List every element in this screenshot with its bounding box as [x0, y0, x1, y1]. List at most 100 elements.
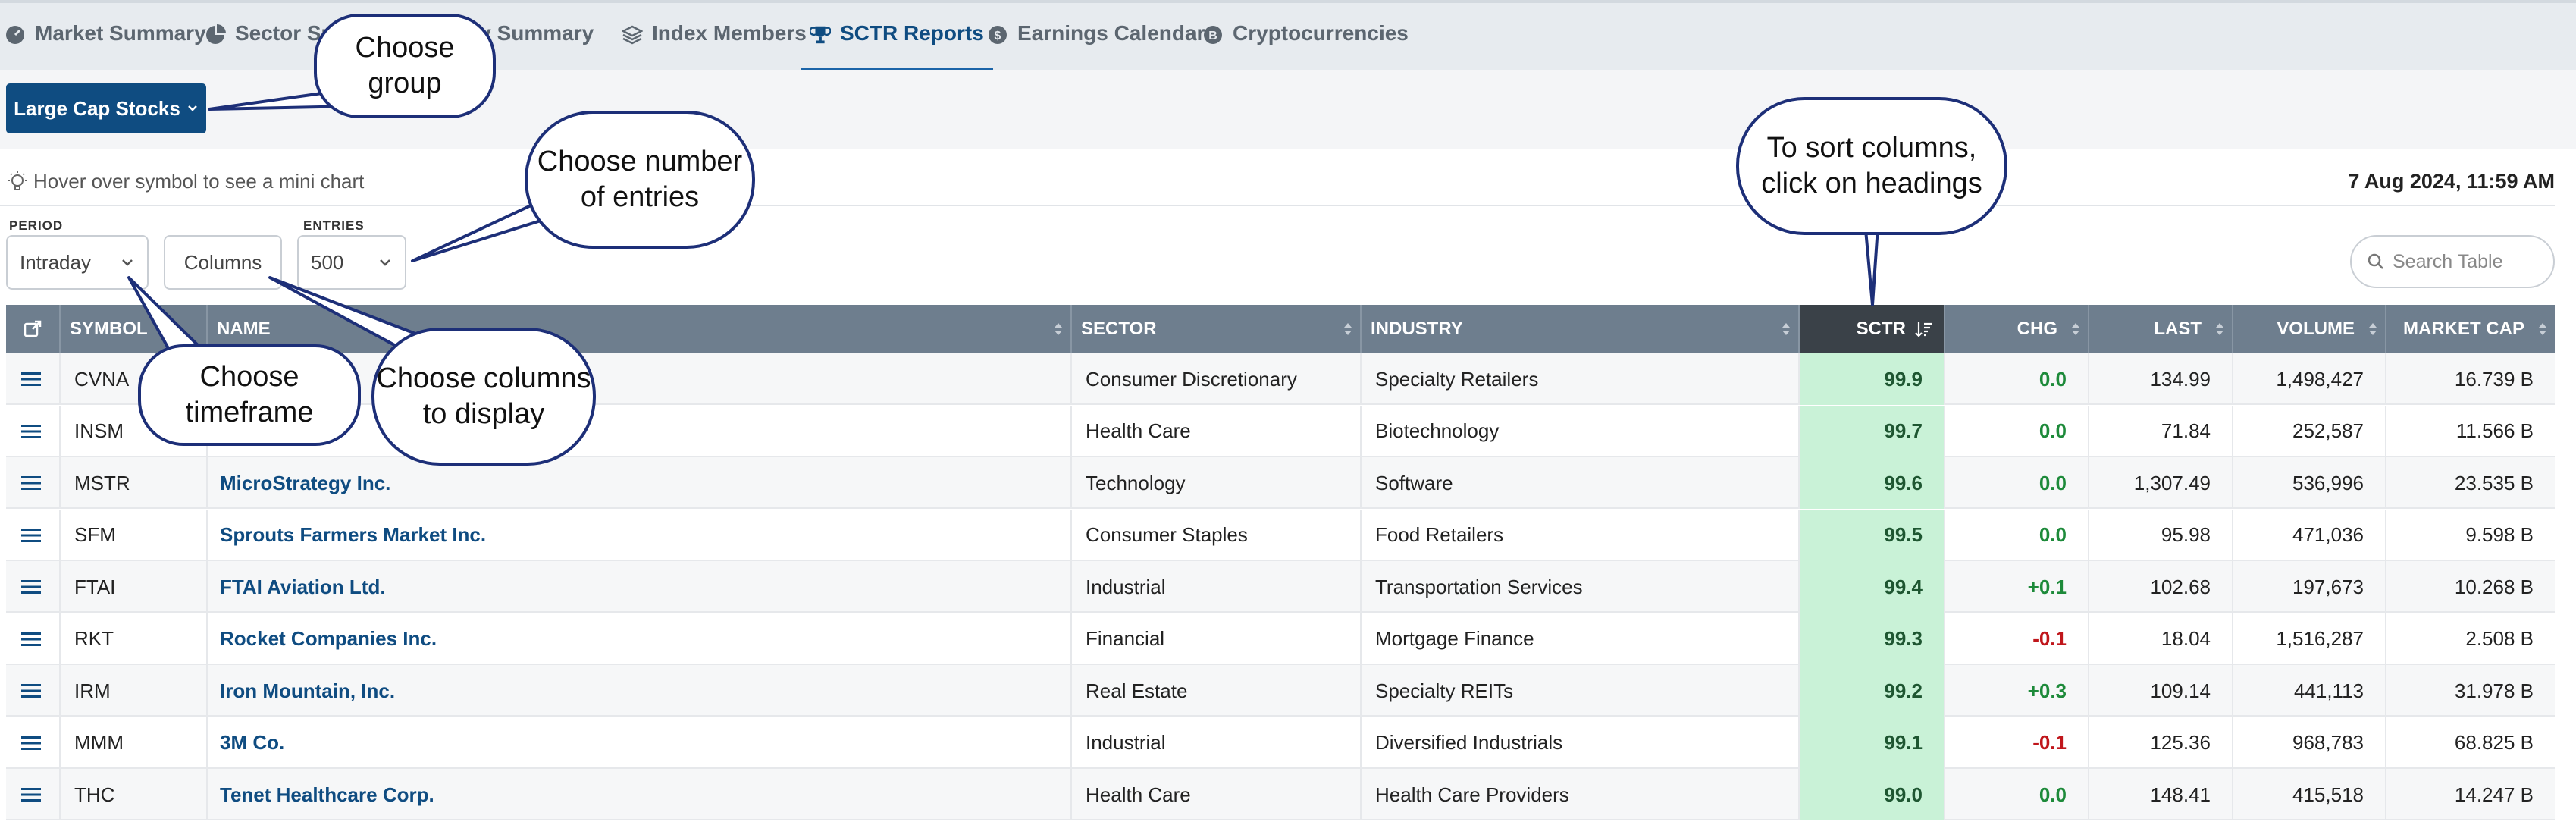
row-menu-button[interactable]: [6, 405, 61, 457]
table-row[interactable]: SFM Sprouts Farmers Market Inc. Consumer S…: [6, 509, 2555, 561]
row-menu-button[interactable]: [6, 509, 61, 561]
pie-chart-icon: [205, 24, 226, 45]
cell-name[interactable]: FTAI Aviation Ltd.: [220, 576, 386, 599]
cell-symbol[interactable]: CVNA: [74, 368, 129, 391]
cell-symbol[interactable]: FTAI: [74, 576, 115, 599]
cell-symbol[interactable]: RKT: [74, 627, 114, 651]
cell-symbol-container: RKT: [61, 613, 208, 665]
cell-chg-container: -0.1: [1945, 613, 2089, 665]
cell-symbol-container: FTAI: [61, 561, 208, 613]
cell-last-container: 71.84: [2089, 405, 2233, 457]
cell-symbol[interactable]: INSM: [74, 419, 124, 443]
cell-chg-container: 0.0: [1945, 457, 2089, 509]
cell-chg-container: 0.0: [1945, 509, 2089, 561]
header-market-cap[interactable]: MARKET CAP: [2386, 305, 2555, 353]
period-select[interactable]: Intraday: [6, 235, 149, 290]
search-input[interactable]: Search Table: [2350, 235, 2555, 288]
tab-index-members[interactable]: Index Members: [622, 21, 807, 73]
tab-market-summary[interactable]: Market Summary: [5, 21, 206, 73]
cell-symbol[interactable]: MSTR: [74, 472, 130, 495]
header-sector[interactable]: SECTOR: [1072, 305, 1362, 353]
cell-sctr-container: 99.3: [1800, 613, 1945, 665]
cell-mcap-container: 14.247 B: [2386, 769, 2555, 820]
header-name[interactable]: NAME: [208, 305, 1072, 353]
table-row[interactable]: RKT Rocket Companies Inc. Financial Mortgag…: [6, 613, 2555, 665]
tab-sctr-reports[interactable]: SCTR Reports: [801, 21, 993, 73]
cell-sector-container: Technology: [1072, 457, 1362, 509]
cell-industry-container: Transportation Services: [1362, 561, 1800, 613]
cell-symbol[interactable]: MMM: [74, 731, 124, 755]
table-row[interactable]: MSTR MicroStrategy Inc. Technology Software…: [6, 457, 2555, 509]
tab-label: SCTR Reports: [840, 21, 984, 45]
cell-symbol-container: MSTR: [61, 457, 208, 509]
bitcoin-icon: B: [1202, 24, 1224, 45]
cell-name[interactable]: Tenet Healthcare Corp.: [220, 783, 434, 807]
row-menu-button[interactable]: [6, 561, 61, 613]
cell-last: 71.84: [2161, 419, 2211, 442]
row-menu-button[interactable]: [6, 769, 61, 820]
cell-name[interactable]: MicroStrategy Inc.: [220, 472, 390, 495]
cell-industry-container: Mortgage Finance: [1362, 613, 1800, 665]
cell-name[interactable]: Iron Mountain, Inc.: [220, 679, 395, 703]
hamburger-menu-icon: [21, 424, 41, 438]
cell-sector: Health Care: [1086, 419, 1191, 442]
table-row[interactable]: THC Tenet Healthcare Corp. Health Care Heal…: [6, 769, 2555, 820]
tab-cryptocurrencies[interactable]: B Cryptocurrencies: [1202, 21, 1409, 73]
external-link-icon: [24, 320, 42, 337]
cell-symbol[interactable]: IRM: [74, 679, 111, 703]
chevron-down-icon: [380, 259, 390, 266]
cell-sector-container: Real Estate: [1072, 665, 1362, 717]
cell-sctr: 99.9: [1884, 367, 1923, 391]
header-volume[interactable]: VOLUME: [2233, 305, 2386, 353]
table-row[interactable]: FTAI FTAI Aviation Ltd. Industrial Transpor…: [6, 561, 2555, 613]
header-label: INDUSTRY: [1371, 318, 1463, 339]
hamburger-menu-icon: [21, 788, 41, 802]
columns-button[interactable]: Columns: [164, 235, 282, 290]
cell-industry: Mortgage Finance: [1375, 627, 1534, 650]
cell-mcap: 14.247 B: [2454, 783, 2534, 806]
sort-icon: [2539, 323, 2546, 335]
header-sctr[interactable]: SCTR: [1800, 305, 1945, 353]
header-industry[interactable]: INDUSTRY: [1362, 305, 1800, 353]
row-menu-button[interactable]: [6, 665, 61, 717]
cell-sctr-container: 99.9: [1800, 353, 1945, 405]
cell-name[interactable]: Rocket Companies Inc.: [220, 627, 437, 651]
hamburger-menu-icon: [21, 476, 41, 490]
open-external-button[interactable]: [6, 305, 61, 353]
header-label: SCTR: [1856, 318, 1906, 339]
cell-sector-container: Consumer Staples: [1072, 509, 1362, 561]
cell-sector: Real Estate: [1086, 679, 1188, 702]
callout-choose-columns: Choose columns to display: [371, 328, 596, 466]
entries-select[interactable]: 500: [297, 235, 406, 290]
cell-symbol[interactable]: SFM: [74, 523, 116, 547]
header-chg[interactable]: CHG: [1945, 305, 2089, 353]
cell-sector: Technology: [1086, 471, 1186, 494]
group-dropdown-button[interactable]: Large Cap Stocks: [6, 83, 206, 133]
cell-last-container: 102.68: [2089, 561, 2233, 613]
header-label: LAST: [2154, 318, 2202, 339]
table-row[interactable]: MMM 3M Co. Industrial Diversified Industria…: [6, 717, 2555, 769]
row-menu-button[interactable]: [6, 353, 61, 405]
table-row[interactable]: IRM Iron Mountain, Inc. Real Estate Special…: [6, 665, 2555, 717]
cell-last: 148.41: [2150, 783, 2211, 806]
cell-volume-container: 968,783: [2233, 717, 2386, 769]
header-label: NAME: [217, 318, 271, 339]
cell-name[interactable]: Sprouts Farmers Market Inc.: [220, 523, 486, 547]
tab-label: Index Members: [652, 21, 807, 45]
cell-name[interactable]: 3M Co.: [220, 731, 284, 755]
row-menu-button[interactable]: [6, 717, 61, 769]
cell-symbol[interactable]: THC: [74, 783, 114, 807]
header-last[interactable]: LAST: [2089, 305, 2233, 353]
row-menu-button[interactable]: [6, 613, 61, 665]
cell-chg: -0.1: [2032, 627, 2067, 650]
tab-earnings-calendar[interactable]: $ Earnings Calendar: [987, 21, 1205, 73]
cell-industry-container: Health Care Providers: [1362, 769, 1800, 820]
cell-sector: Consumer Discretionary: [1086, 367, 1297, 391]
cell-sctr: 99.3: [1884, 627, 1923, 650]
cell-volume-container: 1,516,287: [2233, 613, 2386, 665]
row-menu-button[interactable]: [6, 457, 61, 509]
divider: [0, 205, 2555, 206]
cell-mcap: 23.535 B: [2454, 471, 2534, 494]
cell-chg-container: -0.1: [1945, 717, 2089, 769]
tab-label: Cryptocurrencies: [1233, 21, 1409, 45]
